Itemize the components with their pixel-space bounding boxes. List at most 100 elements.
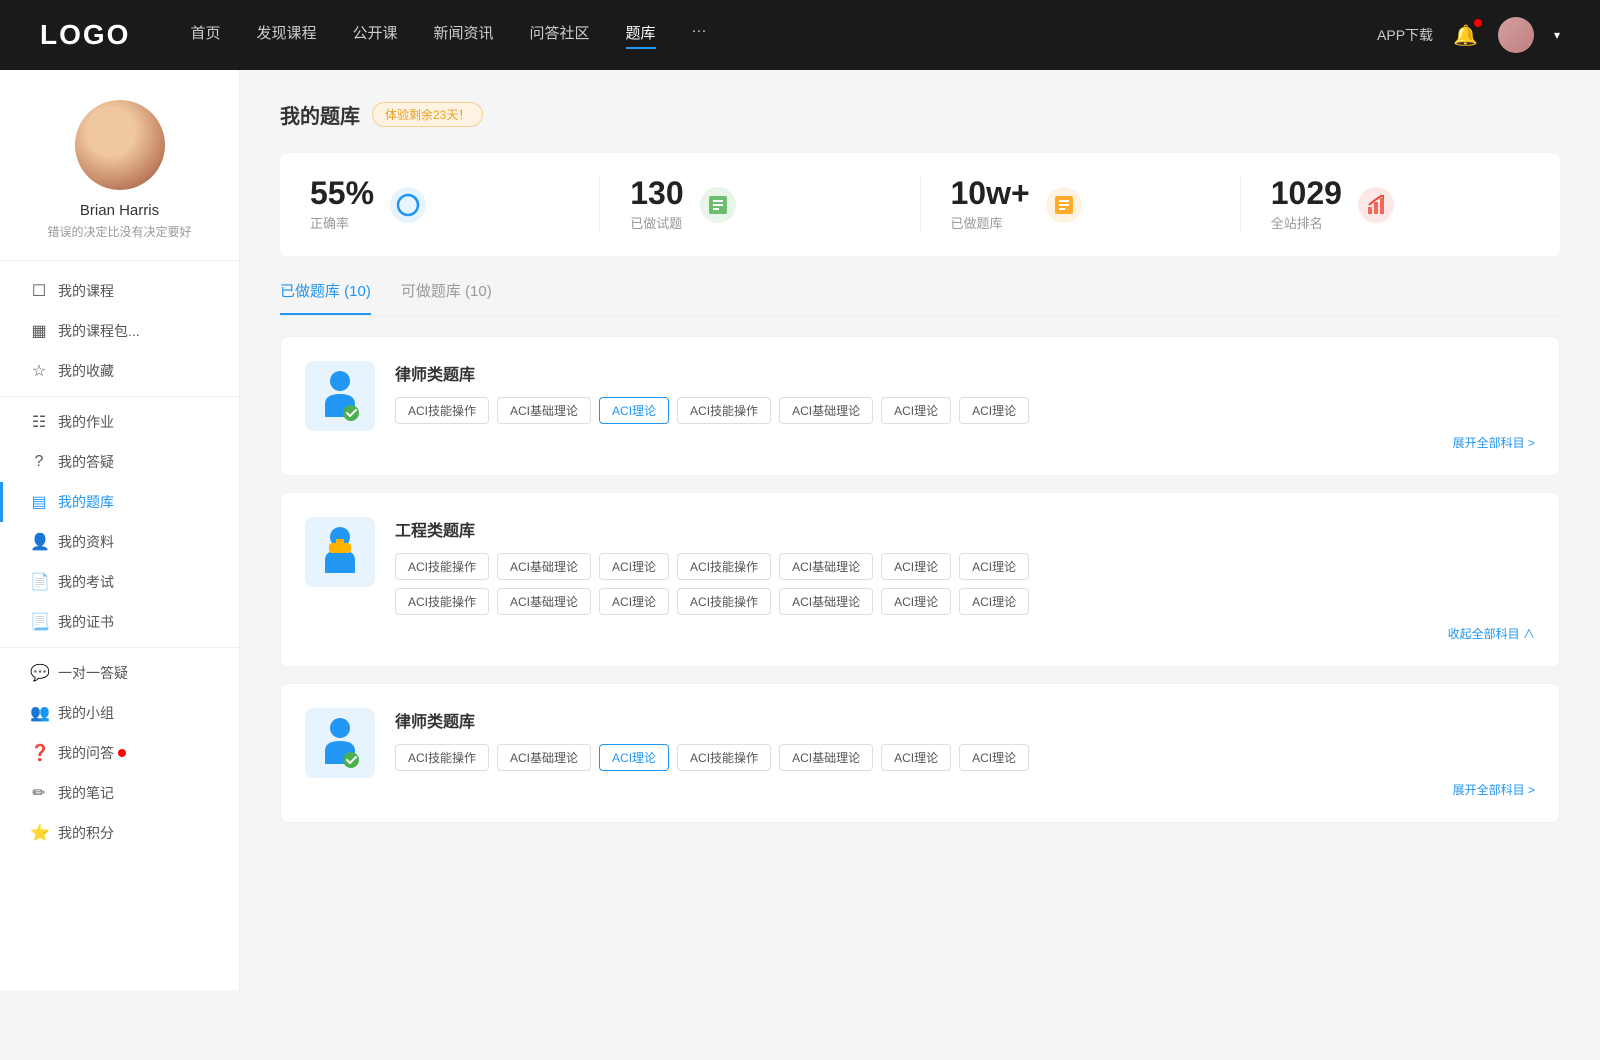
sidebar-item-exam[interactable]: 📄 我的考试	[0, 562, 239, 602]
profile-name: Brian Harris	[80, 202, 159, 219]
page-title: 我的题库	[280, 100, 360, 129]
tag-item[interactable]: ACI技能操作	[677, 553, 771, 580]
sidebar-item-label: 我的积分	[58, 823, 114, 843]
bank-card-inner-3: 律师类题库 ACI技能操作 ACI基础理论 ACI理论 ACI技能操作 ACI基…	[305, 708, 1535, 798]
bank-tabs: 已做题库 (10) 可做题库 (10)	[280, 280, 1560, 316]
notification-bell[interactable]: 🔔	[1453, 23, 1478, 48]
tag-item[interactable]: ACI技能操作	[395, 744, 489, 771]
sidebar-item-my-group[interactable]: 👥 我的小组	[0, 693, 239, 733]
exam-icon: 📄	[30, 572, 48, 592]
qa-icon: ?	[30, 453, 48, 471]
tag-item[interactable]: ACI理论	[599, 588, 669, 615]
tag-item[interactable]: ACI基础理论	[779, 744, 873, 771]
avatar[interactable]	[1498, 17, 1534, 53]
tag-item[interactable]: ACI基础理论	[779, 397, 873, 424]
sidebar-item-label: 我的课程	[58, 281, 114, 301]
sidebar-item-my-qa[interactable]: ? 我的答疑	[0, 442, 239, 482]
tag-item[interactable]: ACI理论	[959, 553, 1029, 580]
tag-item[interactable]: ACI基础理论	[497, 744, 591, 771]
sidebar-item-label: 我的题库	[58, 492, 114, 512]
tag-item[interactable]: ACI理论	[881, 744, 951, 771]
tag-item[interactable]: ACI基础理论	[497, 397, 591, 424]
sidebar-item-label: 我的资料	[58, 532, 114, 552]
tag-item[interactable]: ACI基础理论	[779, 553, 873, 580]
sidebar-item-homework[interactable]: ☷ 我的作业	[0, 402, 239, 442]
stat-banks-label: 已做题库	[951, 213, 1030, 232]
notes-icon: ✏	[30, 783, 48, 803]
bank-lawyer-1-expand[interactable]: 展开全部科目 >	[395, 434, 1535, 451]
tab-available[interactable]: 可做题库 (10)	[401, 280, 492, 315]
stat-accuracy-value: 55%	[310, 177, 374, 209]
avatar-dropdown-arrow[interactable]: ▾	[1554, 28, 1560, 42]
bank-lawyer-2-expand[interactable]: 展开全部科目 >	[395, 781, 1535, 798]
tag-item[interactable]: ACI技能操作	[395, 588, 489, 615]
sidebar-item-my-question[interactable]: ❓ 我的问答	[0, 733, 239, 773]
sidebar-item-course-package[interactable]: ▦ 我的课程包...	[0, 311, 239, 351]
nav-more[interactable]: ···	[692, 22, 707, 49]
stat-questions-value: 130	[630, 177, 683, 209]
tag-item[interactable]: ACI理论	[881, 397, 951, 424]
tag-item[interactable]: ACI理论	[959, 397, 1029, 424]
tag-item[interactable]: ACI技能操作	[395, 397, 489, 424]
nav-open-course[interactable]: 公开课	[352, 22, 397, 49]
header-right: APP下载 🔔 ▾	[1377, 17, 1560, 53]
logo: LOGO	[40, 19, 130, 51]
app-download-btn[interactable]: APP下载	[1377, 25, 1433, 45]
bank-engineer-tags-row2: ACI技能操作 ACI基础理论 ACI理论 ACI技能操作 ACI基础理论 AC…	[395, 588, 1535, 615]
sidebar-menu: ☐ 我的课程 ▦ 我的课程包... ☆ 我的收藏 ☷ 我的作业 ? 我的答疑 ▤	[0, 261, 239, 863]
tag-item[interactable]: ACI基础理论	[779, 588, 873, 615]
sidebar-item-favorites[interactable]: ☆ 我的收藏	[0, 351, 239, 391]
stat-accuracy-text: 55% 正确率	[310, 177, 374, 232]
tag-item[interactable]: ACI基础理论	[497, 553, 591, 580]
sidebar-item-label: 一对一答疑	[58, 663, 128, 683]
sidebar-item-label: 我的问答	[58, 743, 114, 763]
nav-discover[interactable]: 发现课程	[256, 22, 316, 49]
sidebar-item-profile[interactable]: 👤 我的资料	[0, 522, 239, 562]
bank-engineer-icon	[305, 517, 375, 587]
bank-card-inner-2: 工程类题库 ACI技能操作 ACI基础理论 ACI理论 ACI技能操作 ACI基…	[305, 517, 1535, 642]
tag-item[interactable]: ACI理论	[881, 553, 951, 580]
tag-item-active[interactable]: ACI理论	[599, 397, 669, 424]
profile-motto: 错误的决定比没有决定要好	[47, 223, 191, 240]
points-icon: ⭐	[30, 823, 48, 843]
stat-ranking-text: 1029 全站排名	[1271, 177, 1342, 232]
tab-done[interactable]: 已做题库 (10)	[280, 280, 371, 315]
sidebar-item-points[interactable]: ⭐ 我的积分	[0, 813, 239, 853]
stat-accuracy-label: 正确率	[310, 213, 374, 232]
bank-lawyer-1-content: 律师类题库 ACI技能操作 ACI基础理论 ACI理论 ACI技能操作 ACI基…	[395, 361, 1535, 451]
sidebar-item-my-course[interactable]: ☐ 我的课程	[0, 271, 239, 311]
bank-engineer-collapse[interactable]: 收起全部科目 ∧	[395, 625, 1535, 642]
sidebar-item-certificate[interactable]: 📃 我的证书	[0, 602, 239, 642]
stat-ranking-icon	[1358, 187, 1394, 223]
sidebar-profile: Brian Harris 错误的决定比没有决定要好	[0, 100, 239, 261]
tag-item[interactable]: ACI技能操作	[677, 744, 771, 771]
stat-ranking-value: 1029	[1271, 177, 1342, 209]
tag-item[interactable]: ACI基础理论	[497, 588, 591, 615]
tag-item[interactable]: ACI理论	[881, 588, 951, 615]
bank-engineer-content: 工程类题库 ACI技能操作 ACI基础理论 ACI理论 ACI技能操作 ACI基…	[395, 517, 1535, 642]
tag-item[interactable]: ACI理论	[599, 553, 669, 580]
nav-qa[interactable]: 问答社区	[530, 22, 590, 49]
stats-row: 55% 正确率 130 已做试题	[280, 153, 1560, 256]
bank-card-lawyer-1: 律师类题库 ACI技能操作 ACI基础理论 ACI理论 ACI技能操作 ACI基…	[280, 336, 1560, 476]
tag-item-active[interactable]: ACI理论	[599, 744, 669, 771]
bank-card-inner: 律师类题库 ACI技能操作 ACI基础理论 ACI理论 ACI技能操作 ACI基…	[305, 361, 1535, 451]
my-course-icon: ☐	[30, 281, 48, 301]
nav-home[interactable]: 首页	[190, 22, 220, 49]
homework-icon: ☷	[30, 412, 48, 432]
trial-badge: 体验剩余23天！	[372, 102, 483, 127]
sidebar-item-one-on-one[interactable]: 💬 一对一答疑	[0, 653, 239, 693]
tag-item[interactable]: ACI技能操作	[677, 588, 771, 615]
tag-item[interactable]: ACI理论	[959, 588, 1029, 615]
bell-icon: 🔔	[1453, 25, 1478, 47]
nav-news[interactable]: 新闻资讯	[434, 22, 494, 49]
tag-item[interactable]: ACI理论	[959, 744, 1029, 771]
stat-banks-icon	[1046, 187, 1082, 223]
stat-questions-icon	[700, 187, 736, 223]
question-badge	[118, 749, 126, 757]
nav-question-bank[interactable]: 题库	[626, 22, 656, 49]
sidebar-item-question-bank[interactable]: ▤ 我的题库	[0, 482, 239, 522]
tag-item[interactable]: ACI技能操作	[677, 397, 771, 424]
tag-item[interactable]: ACI技能操作	[395, 553, 489, 580]
sidebar-item-notes[interactable]: ✏ 我的笔记	[0, 773, 239, 813]
